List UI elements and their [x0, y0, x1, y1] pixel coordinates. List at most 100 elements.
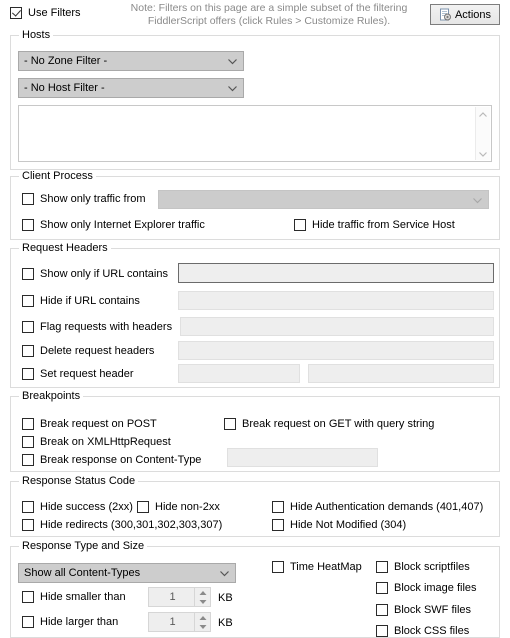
delete-request-headers-checkbox[interactable]: [22, 345, 34, 357]
break-response-on-content-type-row[interactable]: Break response on Content-Type: [22, 454, 201, 466]
spinner-down-icon[interactable]: [195, 622, 210, 631]
set-request-header-checkbox[interactable]: [22, 368, 34, 380]
break-response-on-content-type-label: Break response on Content-Type: [40, 454, 202, 466]
hide-if-url-contains-row[interactable]: Hide if URL contains: [22, 295, 140, 307]
show-only-if-url-contains-row[interactable]: Show only if URL contains: [22, 268, 168, 280]
hide-service-host-checkbox[interactable]: [294, 219, 306, 231]
show-only-if-url-contains-checkbox[interactable]: [22, 268, 34, 280]
break-on-xmlhttprequest-row[interactable]: Break on XMLHttpRequest: [22, 436, 171, 448]
block-css-files-label: Block CSS files: [394, 625, 470, 637]
hide-smaller-than-stepper[interactable]: 1: [148, 587, 211, 607]
show-only-if-url-contains-input[interactable]: [178, 263, 494, 283]
spinner-down-icon[interactable]: [195, 597, 210, 606]
content-types-combo[interactable]: Show all Content-Types: [18, 563, 236, 583]
hide-if-url-contains-checkbox[interactable]: [22, 295, 34, 307]
show-only-ie-traffic-checkbox[interactable]: [22, 219, 34, 231]
block-swf-files-checkbox[interactable]: [376, 604, 388, 616]
break-response-content-type-input[interactable]: [227, 448, 378, 467]
chevron-down-icon: [228, 59, 237, 65]
hide-success-2xx-checkbox[interactable]: [22, 501, 34, 513]
block-script-files-row[interactable]: Block scriptfiles: [376, 561, 470, 573]
hide-non-2xx-row[interactable]: Hide non-2xx: [137, 501, 220, 513]
delete-request-headers-row[interactable]: Delete request headers: [22, 345, 154, 357]
use-filters-checkbox[interactable]: [10, 7, 22, 19]
hide-larger-than-stepper[interactable]: 1: [148, 612, 211, 632]
show-only-traffic-from-row[interactable]: Show only traffic from: [22, 193, 146, 205]
set-request-header-value-input[interactable]: [308, 364, 494, 383]
spinner-up-icon[interactable]: [195, 588, 210, 597]
break-request-on-get-checkbox[interactable]: [224, 418, 236, 430]
spinner-up-icon[interactable]: [195, 613, 210, 622]
flag-requests-with-headers-input[interactable]: [180, 317, 494, 336]
block-image-files-row[interactable]: Block image files: [376, 582, 477, 594]
block-css-files-checkbox[interactable]: [376, 625, 388, 637]
block-image-files-label: Block image files: [394, 582, 477, 594]
flag-requests-with-headers-checkbox[interactable]: [22, 321, 34, 333]
break-request-on-post-row[interactable]: Break request on POST: [22, 418, 157, 430]
set-request-header-row[interactable]: Set request header: [22, 368, 134, 380]
actions-button[interactable]: Actions: [430, 4, 500, 25]
hide-larger-than-row[interactable]: Hide larger than: [22, 616, 118, 628]
block-swf-files-label: Block SWF files: [394, 604, 472, 616]
hide-smaller-than-row[interactable]: Hide smaller than: [22, 591, 126, 603]
filters-note: Note: Filters on this page are a simple …: [110, 2, 428, 28]
hide-redirects-row[interactable]: Hide redirects (300,301,302,303,307): [22, 519, 222, 531]
actions-gear-document-icon: [439, 8, 453, 22]
request-headers-group-legend: Request Headers: [19, 242, 111, 254]
zone-filter-combo[interactable]: - No Zone Filter -: [18, 51, 244, 71]
response-status-code-group-legend: Response Status Code: [19, 475, 139, 487]
hide-larger-than-checkbox[interactable]: [22, 616, 34, 628]
show-only-ie-traffic-row[interactable]: Show only Internet Explorer traffic: [22, 219, 205, 231]
block-script-files-label: Block scriptfiles: [394, 561, 470, 573]
host-list-scrollbar[interactable]: [475, 107, 490, 160]
hide-if-url-contains-label: Hide if URL contains: [40, 295, 140, 307]
scroll-down-icon[interactable]: [478, 149, 488, 157]
host-list-textarea[interactable]: [18, 105, 492, 162]
hide-authentication-demands-checkbox[interactable]: [272, 501, 284, 513]
break-request-on-post-label: Break request on POST: [40, 418, 157, 430]
hide-smaller-than-label: Hide smaller than: [40, 591, 126, 603]
break-request-on-get-row[interactable]: Break request on GET with query string: [224, 418, 434, 430]
hide-smaller-than-checkbox[interactable]: [22, 591, 34, 603]
break-response-on-content-type-checkbox[interactable]: [22, 454, 34, 466]
break-request-on-post-checkbox[interactable]: [22, 418, 34, 430]
top-bar: Use Filters Note: Filters on this page a…: [0, 0, 510, 30]
hide-non-2xx-checkbox[interactable]: [137, 501, 149, 513]
set-request-header-name-input[interactable]: [178, 364, 300, 383]
delete-request-headers-input[interactable]: [178, 341, 494, 360]
show-only-traffic-from-label: Show only traffic from: [40, 193, 146, 205]
host-filter-combo[interactable]: - No Host Filter -: [18, 78, 244, 98]
hide-authentication-demands-row[interactable]: Hide Authentication demands (401,407): [272, 501, 483, 513]
scroll-up-icon[interactable]: [478, 110, 488, 118]
chevron-down-icon: [228, 86, 237, 92]
use-filters-row[interactable]: Use Filters: [10, 7, 81, 19]
set-request-header-label: Set request header: [40, 368, 134, 380]
break-on-xmlhttprequest-checkbox[interactable]: [22, 436, 34, 448]
hide-redirects-checkbox[interactable]: [22, 519, 34, 531]
time-heatmap-row[interactable]: Time HeatMap: [272, 561, 362, 573]
block-css-files-row[interactable]: Block CSS files: [376, 625, 469, 637]
hide-smaller-than-spinner-buttons[interactable]: [194, 588, 210, 606]
filters-note-line-1: Note: Filters on this page are a simple …: [130, 2, 408, 14]
actions-button-label: Actions: [454, 8, 492, 21]
client-process-combo[interactable]: [158, 190, 489, 209]
hide-larger-than-spinner-buttons[interactable]: [194, 613, 210, 631]
hide-not-modified-row[interactable]: Hide Not Modified (304): [272, 519, 406, 531]
hide-not-modified-label: Hide Not Modified (304): [290, 519, 407, 531]
hide-service-host-row[interactable]: Hide traffic from Service Host: [294, 219, 455, 231]
show-only-traffic-from-checkbox[interactable]: [22, 193, 34, 205]
time-heatmap-checkbox[interactable]: [272, 561, 284, 573]
hide-if-url-contains-input[interactable]: [178, 291, 494, 310]
hide-success-2xx-row[interactable]: Hide success (2xx): [22, 501, 133, 513]
block-swf-files-row[interactable]: Block SWF files: [376, 604, 471, 616]
hide-not-modified-checkbox[interactable]: [272, 519, 284, 531]
delete-request-headers-label: Delete request headers: [40, 345, 155, 357]
break-on-xmlhttprequest-label: Break on XMLHttpRequest: [40, 436, 171, 448]
breakpoints-group-legend: Breakpoints: [19, 390, 84, 402]
flag-requests-with-headers-row[interactable]: Flag requests with headers: [22, 321, 172, 333]
chevron-down-icon: [473, 197, 482, 203]
response-type-and-size-group-legend: Response Type and Size: [19, 540, 148, 552]
block-script-files-checkbox[interactable]: [376, 561, 388, 573]
time-heatmap-label: Time HeatMap: [290, 561, 362, 573]
block-image-files-checkbox[interactable]: [376, 582, 388, 594]
